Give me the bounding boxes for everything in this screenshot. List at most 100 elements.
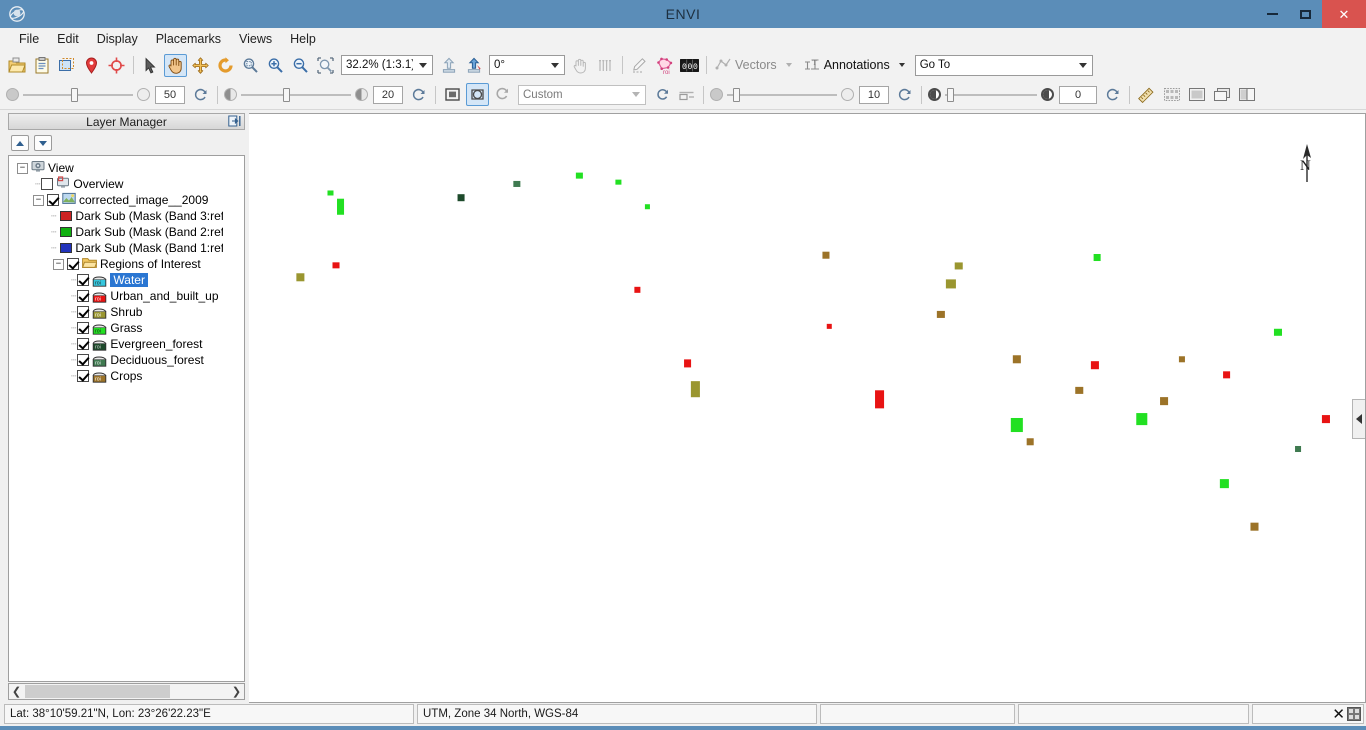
reset-contrast-icon[interactable] [893,83,916,106]
clipboard-icon[interactable] [30,54,53,77]
layer-tree[interactable]: − View ┄ Overview − corrected_image__200… [8,155,245,682]
layer-tree-horizontal-scrollbar[interactable]: ❮ ❯ [8,683,245,700]
tree-node-roi-crops[interactable]: ┄ roi Crops [9,368,244,384]
zoom-selection-icon[interactable] [314,54,337,77]
image-view[interactable]: N [249,113,1366,703]
zoom-fit-icon[interactable] [239,54,262,77]
contrast-value-field[interactable]: 10 [859,85,889,104]
tree-node-view[interactable]: − View [9,160,244,176]
tree-node-regions-of-interest[interactable]: − Regions of Interest [9,256,244,272]
roi-water-checkbox[interactable] [77,274,90,286]
tree-node-roi-deciduous-forest[interactable]: ┄ roi Deciduous_forest [9,352,244,368]
reset-brightness-icon[interactable] [407,83,430,106]
sharpen-slider[interactable] [928,87,1054,102]
view-single-icon[interactable] [1185,83,1208,106]
close-x-icon[interactable]: ✕ [1332,707,1345,722]
placemark-pin-icon[interactable] [80,54,103,77]
zoom-in-icon[interactable] [264,54,287,77]
roi-urban-checkbox[interactable] [77,290,90,302]
stretch-bars-icon[interactable] [594,54,617,77]
refresh-view-icon[interactable] [491,83,514,106]
tree-node-overview[interactable]: ┄ Overview [9,176,244,192]
tree-node-band-3[interactable]: ┄ Dark Sub (Mask (Band 3:refL5.c [9,208,244,224]
pixel-values-icon[interactable]: 000 [678,54,701,77]
expander-icon[interactable]: − [53,258,64,270]
pan-hand-icon[interactable] [164,53,187,77]
tree-node-roi-water[interactable]: ┄ roi Water [9,272,244,288]
roi-icon: roi [92,370,107,383]
roi-deciduous-checkbox[interactable] [77,354,90,366]
layer-up-icon[interactable] [437,54,460,77]
right-panel-collapse-handle[interactable] [1352,399,1365,439]
stretch-data-icon[interactable] [675,83,698,106]
layer-front-icon[interactable] [462,54,485,77]
close-button[interactable]: ✕ [1322,0,1366,28]
reset-transparency-icon[interactable] [189,83,212,106]
maximize-button[interactable] [1289,0,1322,28]
roi-crops-checkbox[interactable] [77,370,90,382]
open-file-icon[interactable] [5,54,28,77]
grab-tool-icon[interactable] [569,54,592,77]
view-split-icon[interactable] [1235,83,1258,106]
sharpen-value-field[interactable]: 0 [1059,85,1097,104]
overview-checkbox[interactable] [41,178,54,190]
fit-rect-icon[interactable] [441,83,464,106]
zoom-out-icon[interactable] [289,54,312,77]
fit-shape-icon[interactable] [466,83,489,106]
roi-grass-checkbox[interactable] [77,322,90,334]
expander-icon[interactable]: − [17,162,28,174]
minimize-button[interactable] [1256,0,1289,28]
pencil-tool-icon[interactable] [628,54,651,77]
mosaic-grid-icon[interactable] [1160,83,1183,106]
annotations-dropdown[interactable]: T Annotations [799,54,912,76]
measure-ruler-icon[interactable] [1135,83,1158,106]
satellite-image-canvas[interactable] [249,114,1365,703]
select-arrow-icon[interactable] [139,54,162,77]
contrast-slider[interactable] [710,87,854,102]
tree-node-roi-urban-and-built-up[interactable]: ┄ roi Urban_and_built_up [9,288,244,304]
dock-pin-icon[interactable] [228,115,242,128]
rotate-icon[interactable] [214,54,237,77]
transparency-value-field[interactable]: 50 [155,85,185,104]
fly-move-icon[interactable] [189,54,212,77]
tree-node-roi-grass[interactable]: ┄ roi Grass [9,320,244,336]
move-layer-down-button[interactable] [34,135,52,151]
menu-placemarks[interactable]: Placemarks [147,29,230,49]
roi-evergreen-checkbox[interactable] [77,338,90,350]
tree-node-roi-shrub[interactable]: ┄ roi Shrub [9,304,244,320]
brightness-slider[interactable] [224,87,368,102]
vectors-dropdown[interactable]: Vectors [711,54,799,76]
transparency-slider[interactable] [6,87,150,102]
brightness-value-field[interactable]: 20 [373,85,403,104]
reset-sharpen-icon[interactable] [1101,83,1124,106]
rotation-combo[interactable]: 0° [489,55,565,75]
go-to-combo[interactable]: Go To [914,54,1093,76]
size-mode-combo[interactable]: Custom [518,84,646,105]
tree-node-roi-evergreen-forest[interactable]: ┄ roi Evergreen_forest [9,336,244,352]
expander-icon[interactable]: − [33,194,44,206]
scroll-left-button[interactable]: ❮ [9,684,24,699]
roi-folder-checkbox[interactable] [67,258,79,270]
tree-node-band-2[interactable]: ┄ Dark Sub (Mask (Band 2:refL5.c [9,224,244,240]
view-stack-icon[interactable] [1210,83,1233,106]
crop-window-icon[interactable] [55,54,78,77]
zoom-level-combo[interactable]: 32.2% (1:3.1) [341,55,433,75]
menu-file[interactable]: File [10,29,48,49]
scrollbar-thumb[interactable] [25,685,170,698]
scroll-right-button[interactable]: ❯ [229,684,244,699]
crosshair-target-icon[interactable] [105,54,128,77]
move-layer-up-button[interactable] [11,135,29,151]
corrected-image-checkbox[interactable] [47,194,59,206]
tree-node-band-1[interactable]: ┄ Dark Sub (Mask (Band 1:refL5.c [9,240,244,256]
status-bar: Lat: 38°10'59.21"N, Lon: 23°26'22.23"E U… [0,703,1366,726]
reset-size-icon[interactable] [650,83,673,106]
menu-display[interactable]: Display [88,29,147,49]
roi-tool-icon[interactable]: roi [653,54,676,77]
tree-node-corrected-image-2009[interactable]: − corrected_image__2009 [9,192,244,208]
window-grid-icon[interactable] [1347,707,1361,721]
menu-views[interactable]: Views [230,29,281,49]
chevron-down-icon [419,62,427,68]
menu-edit[interactable]: Edit [48,29,88,49]
menu-help[interactable]: Help [281,29,325,49]
roi-shrub-checkbox[interactable] [77,306,90,318]
